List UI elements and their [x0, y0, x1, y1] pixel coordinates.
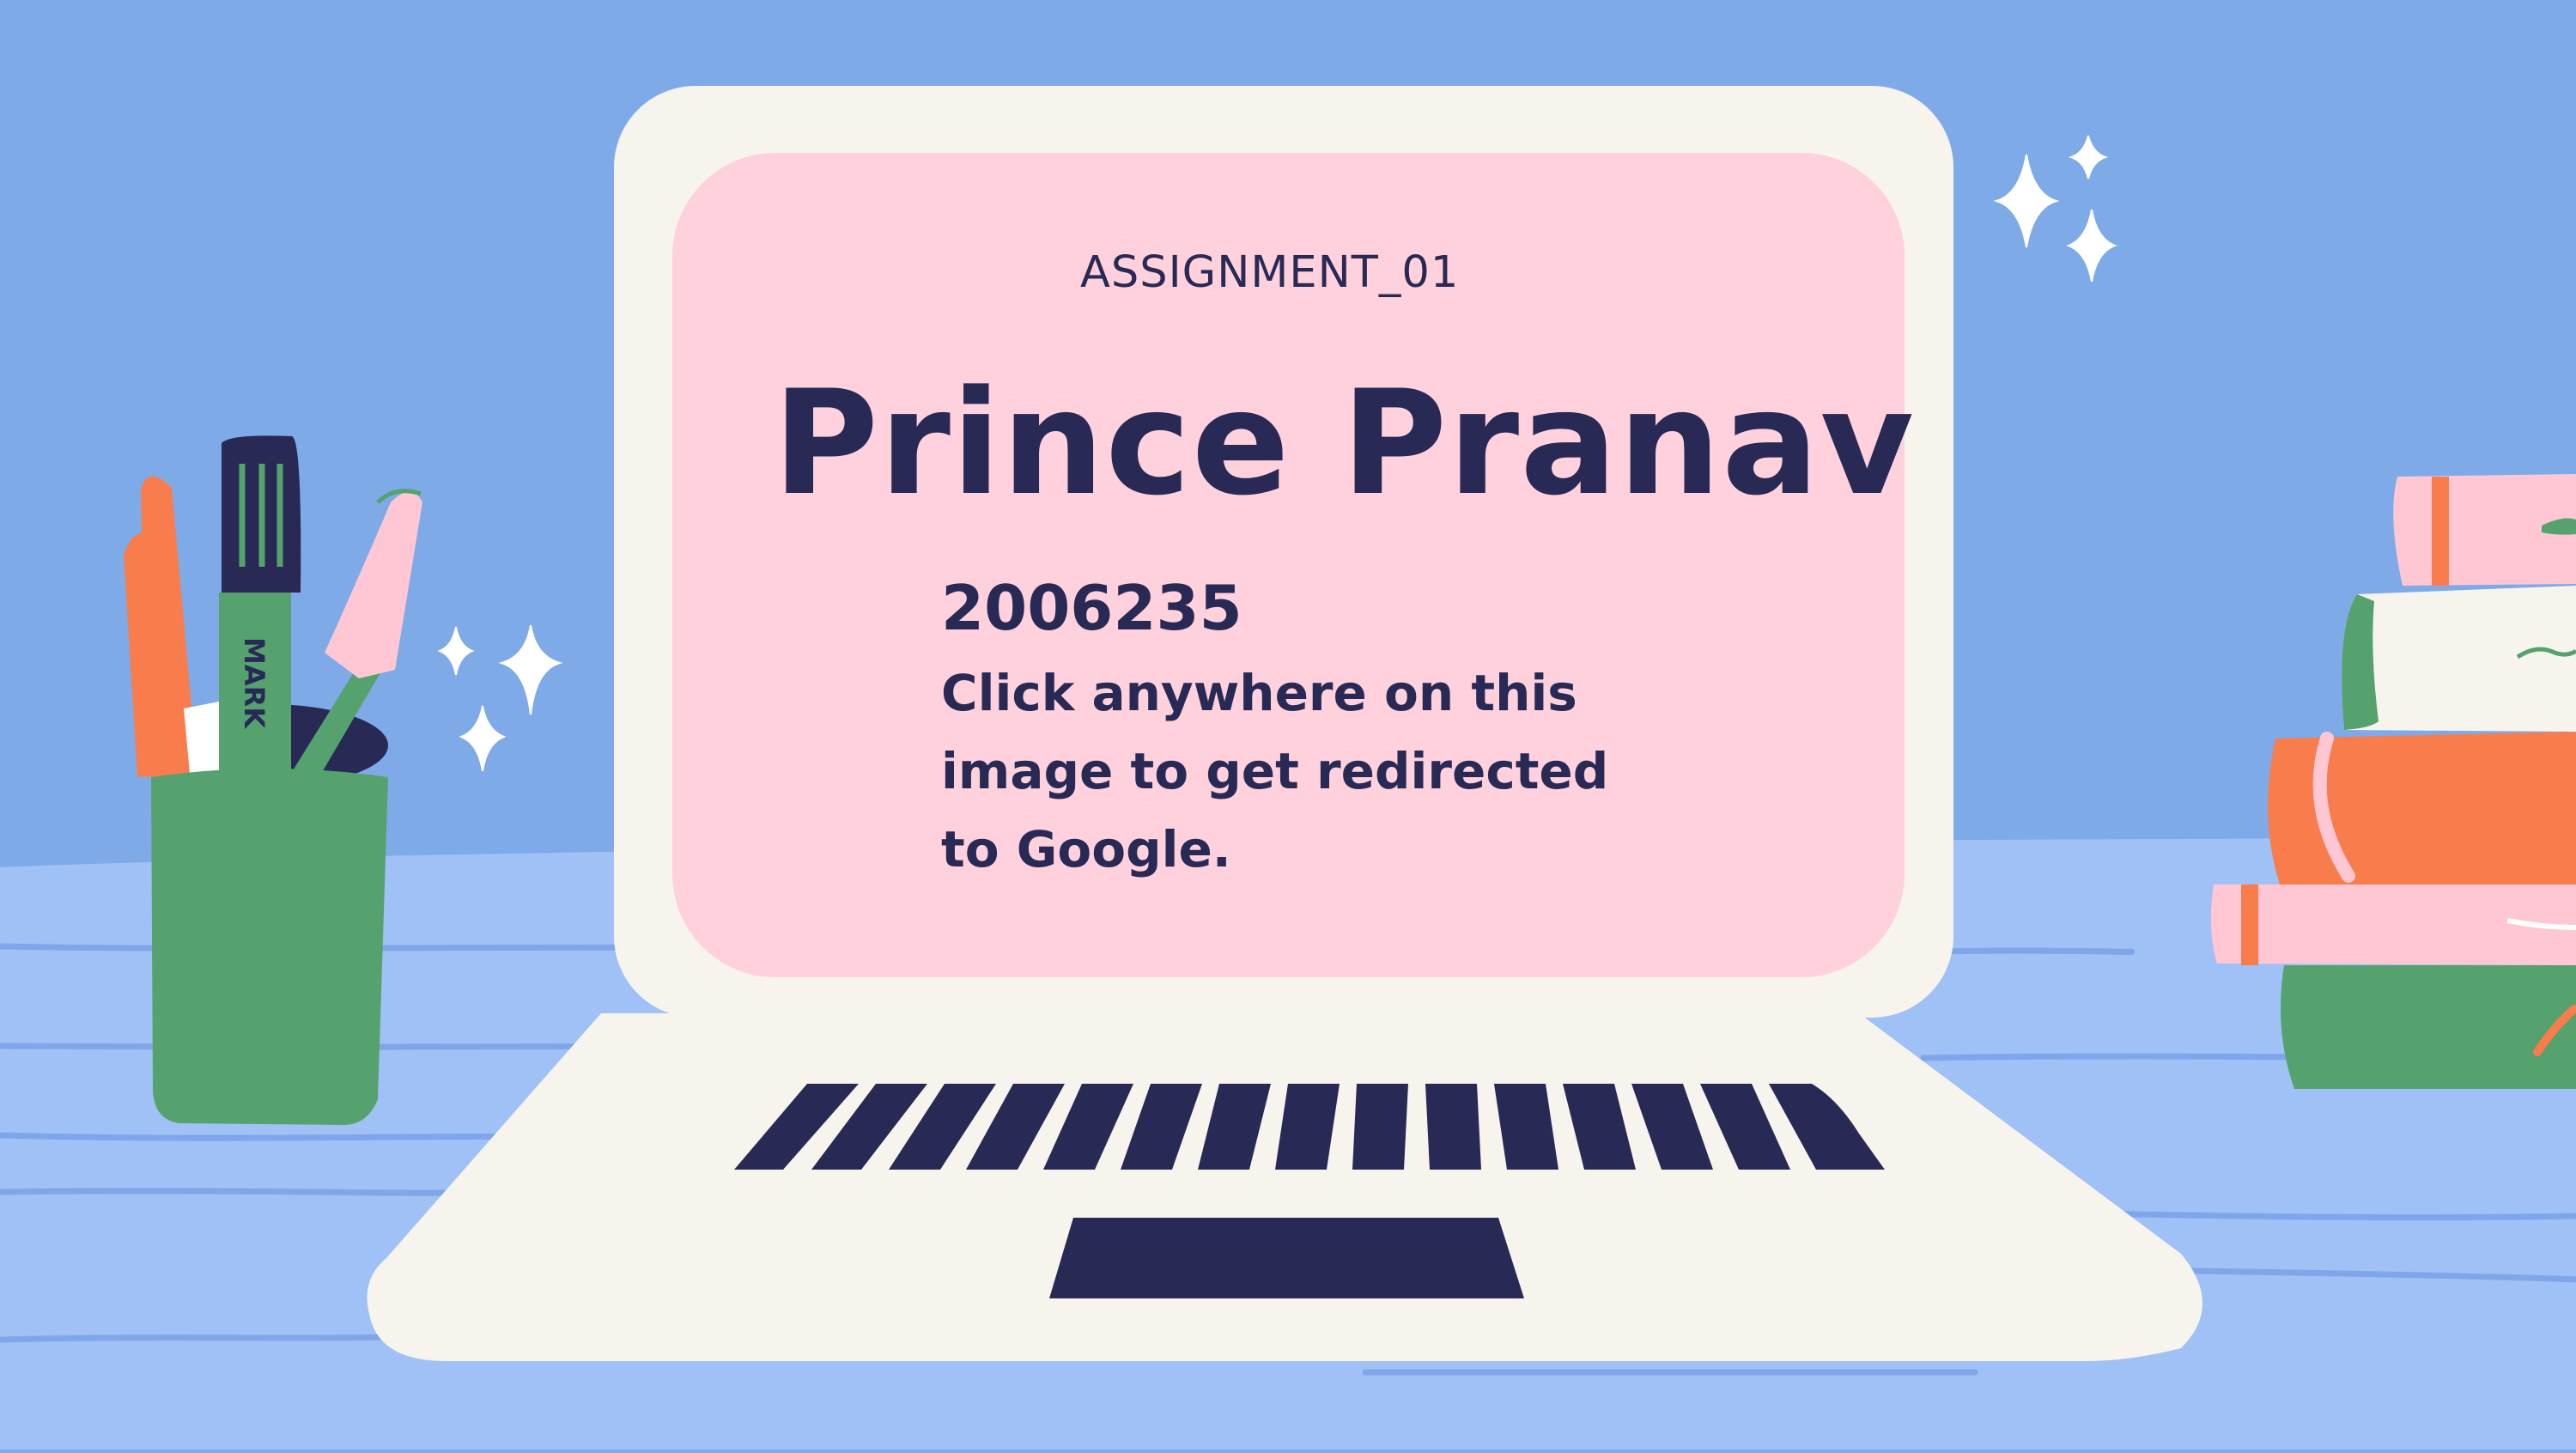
image-redirect-link[interactable]: [0, 0, 2576, 1450]
